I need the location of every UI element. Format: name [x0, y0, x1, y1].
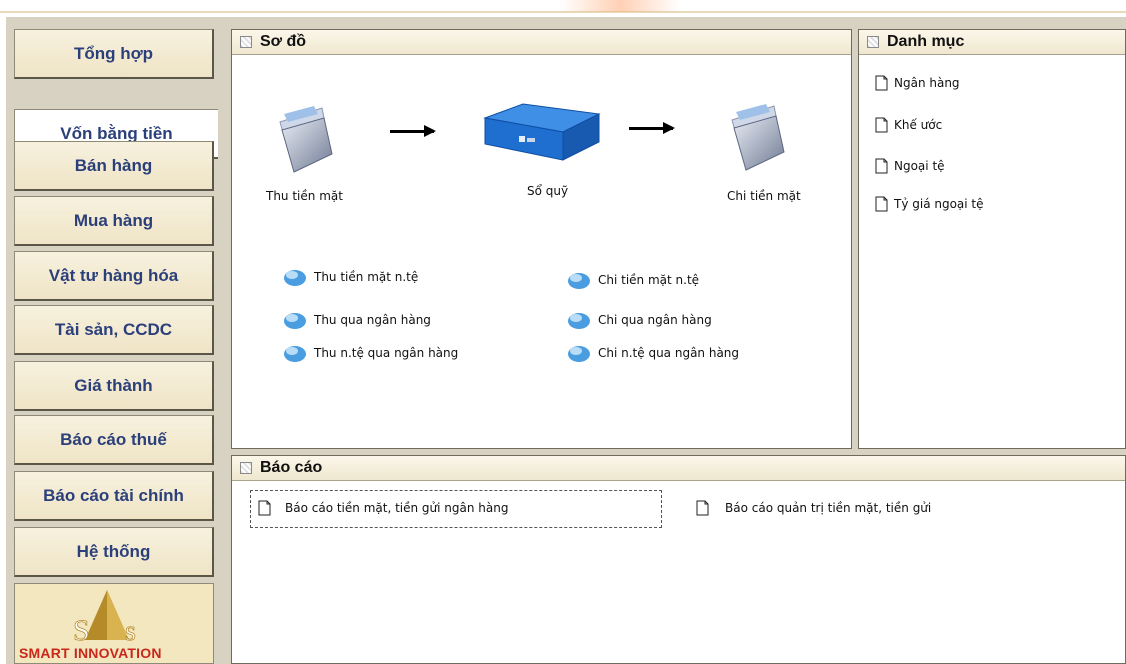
reports-panel-header: Báo cáo — [232, 456, 1125, 481]
document-icon — [875, 158, 888, 174]
catalog-title: Danh mục — [887, 33, 965, 50]
nav-vat-tu-hang-hoa[interactable]: Vật tư hàng hóa — [14, 251, 214, 301]
flow-arrow-2 — [629, 122, 675, 134]
nav-ban-hang[interactable]: Bán hàng — [14, 141, 214, 191]
action-thu-nte-qua-ngan-hang[interactable]: Thu n.tệ qua ngân hàng — [282, 343, 458, 363]
nav-tai-san-ccdc[interactable]: Tài sản, CCDC — [14, 305, 214, 355]
svg-text:s: s — [125, 616, 136, 644]
nav-bao-cao-tai-chinh[interactable]: Báo cáo tài chính — [14, 471, 214, 521]
action-label: Thu tiền mặt n.tệ — [314, 270, 419, 284]
flow-center-label: Sổ quỹ — [527, 184, 569, 198]
logo-text: SMART INNOVATION — [19, 645, 162, 661]
flow-source-label: Thu tiền mặt — [266, 189, 343, 203]
panel-header-icon — [867, 36, 879, 48]
action-chi-tien-mat-nte[interactable]: Chi tiền mặt n.tệ — [566, 270, 699, 290]
nav-tong-hop[interactable]: Tổng hợp — [14, 29, 214, 79]
folder-icon — [731, 104, 785, 171]
cash-book-button[interactable] — [475, 100, 605, 170]
action-thu-tien-mat-nte[interactable]: Thu tiền mặt n.tệ — [282, 267, 418, 287]
report-item-management[interactable]: Báo cáo quản trị tiền mặt, tiền gửi — [696, 500, 931, 516]
action-label: Chi n.tệ qua ngân hàng — [598, 346, 740, 360]
action-label: Chi tiền mặt n.tệ — [598, 273, 700, 287]
action-label: Thu qua ngân hàng — [314, 313, 431, 327]
catalog-panel: Danh mục Ngân hàng Khế ước Ngoại tệ Tỷ g… — [858, 29, 1126, 449]
report-item-label: Báo cáo tiền mặt, tiền gửi ngân hàng — [285, 501, 509, 515]
nav-mua-hang[interactable]: Mua hàng — [14, 196, 214, 246]
blue-ball-icon — [568, 313, 590, 329]
catalog-item-label: Ngân hàng — [894, 76, 960, 90]
pay-cash-button[interactable] — [722, 100, 802, 200]
company-logo: S s SMART INNOVATION — [14, 583, 214, 664]
document-icon — [875, 196, 888, 212]
blue-ball-icon — [568, 346, 590, 362]
flow-arrow-1 — [390, 125, 436, 137]
reports-panel: Báo cáo Báo cáo tiền mặt, tiền gửi ngân … — [231, 455, 1126, 664]
svg-text:S: S — [73, 614, 90, 644]
top-glow-decoration — [560, 0, 680, 12]
diagram-panel-header: Sơ đồ — [232, 30, 851, 55]
report-item-label: Báo cáo quản trị tiền mặt, tiền gửi — [725, 501, 932, 515]
blue-ball-icon — [284, 270, 306, 286]
catalog-item-label: Ngoại tệ — [894, 159, 945, 173]
action-chi-qua-ngan-hang[interactable]: Chi qua ngân hàng — [566, 310, 712, 330]
catalog-item-ngoai-te[interactable]: Ngoại tệ — [875, 158, 945, 174]
nav-gia-thanh[interactable]: Giá thành — [14, 361, 214, 411]
catalog-panel-header: Danh mục — [859, 30, 1125, 55]
document-icon — [875, 117, 888, 133]
blue-ball-icon — [284, 346, 306, 362]
logo-triangle-icon: S s — [73, 590, 136, 644]
diagram-title: Sơ đồ — [260, 33, 307, 50]
binder-icon — [483, 103, 601, 161]
action-thu-qua-ngan-hang[interactable]: Thu qua ngân hàng — [282, 310, 431, 330]
action-label: Thu n.tệ qua ngân hàng — [314, 346, 459, 360]
reports-title: Báo cáo — [260, 459, 323, 476]
module-sidebar: Tổng hợp Vốn bằng tiền Bán hàng Mua hàng… — [14, 27, 218, 664]
folder-icon — [279, 106, 333, 173]
panel-header-icon — [240, 36, 252, 48]
nav-he-thong[interactable]: Hệ thống — [14, 527, 214, 577]
panel-header-icon — [240, 462, 252, 474]
blue-ball-icon — [284, 313, 306, 329]
flow-target-label: Chi tiền mặt — [727, 189, 801, 203]
nav-bao-cao-thue[interactable]: Báo cáo thuế — [14, 415, 214, 465]
blue-ball-icon — [568, 273, 590, 289]
catalog-item-ngan-hang[interactable]: Ngân hàng — [875, 75, 960, 91]
document-icon — [258, 500, 271, 516]
action-label: Chi qua ngân hàng — [598, 313, 712, 327]
receive-cash-button[interactable] — [270, 102, 350, 202]
catalog-item-label: Khế ước — [894, 118, 943, 132]
document-icon — [696, 500, 709, 516]
diagram-panel: Sơ đồ Thu tiền mặt Sổ quỹ Chi tiền mặt T… — [231, 29, 852, 449]
catalog-item-khe-uoc[interactable]: Khế ước — [875, 117, 942, 133]
catalog-item-label: Tỷ giá ngoại tệ — [894, 197, 984, 211]
report-item-cash-bank[interactable]: Báo cáo tiền mặt, tiền gửi ngân hàng — [258, 500, 508, 516]
action-chi-nte-qua-ngan-hang[interactable]: Chi n.tệ qua ngân hàng — [566, 343, 739, 363]
catalog-item-ty-gia-ngoai-te[interactable]: Tỷ giá ngoại tệ — [875, 196, 984, 212]
document-icon — [875, 75, 888, 91]
